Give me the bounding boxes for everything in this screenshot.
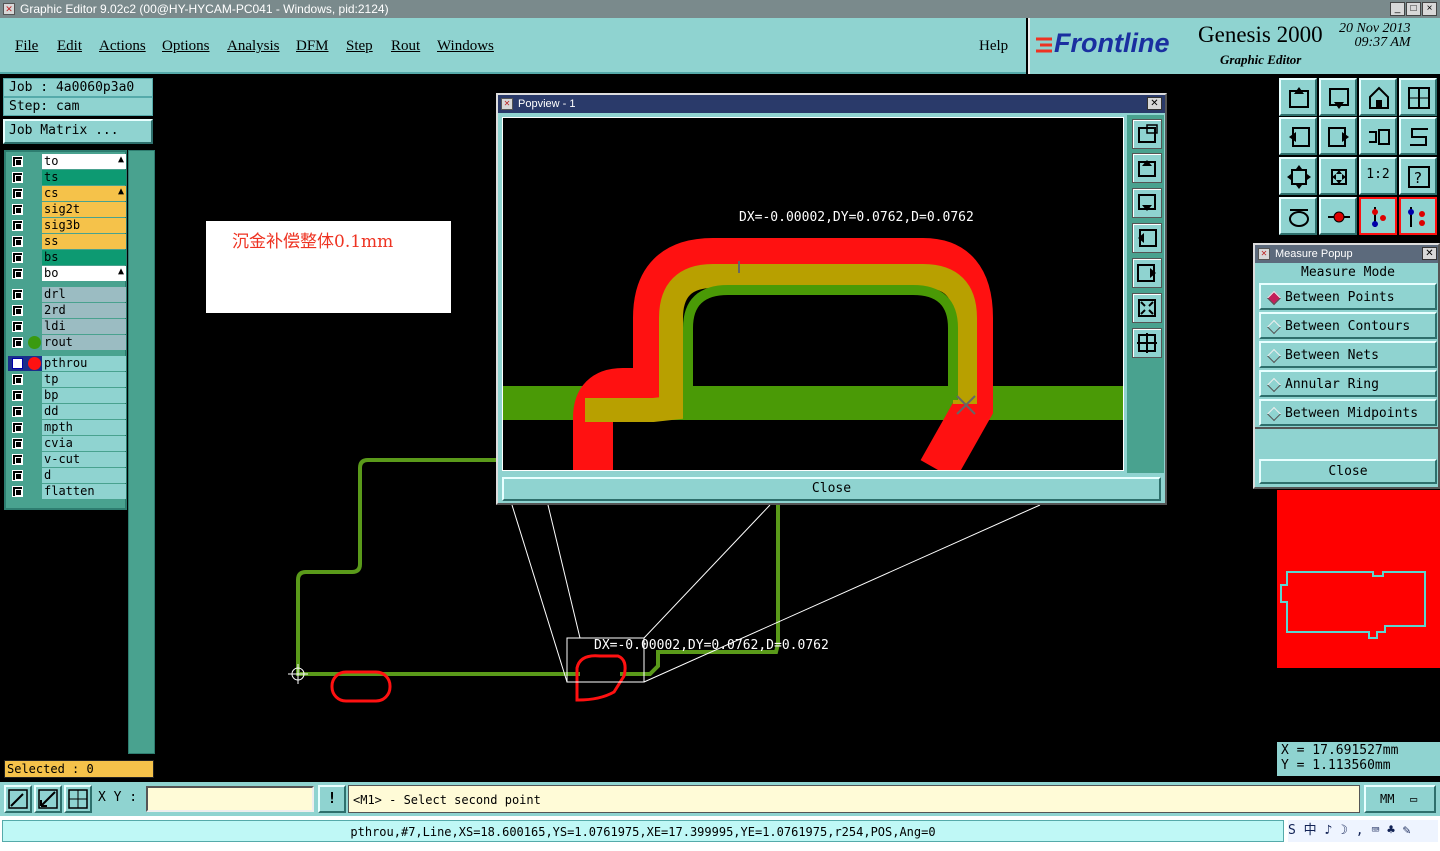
pan-up-icon[interactable] [1132,153,1162,183]
measure-title: Measure Popup [1275,248,1353,260]
popview-canvas[interactable]: DX=-0.00002,DY=0.0762,D=0.0762 [502,117,1124,480]
profile-icon[interactable] [1399,117,1437,155]
window-split-icon[interactable] [1399,78,1437,116]
pan-down-icon[interactable] [1132,188,1162,218]
overview-map[interactable] [1277,490,1440,668]
radio-diamond-icon [1266,290,1282,306]
units-value: MM [1380,792,1395,806]
measure-mode-0[interactable]: Between Points [1259,283,1437,310]
radio-diamond-icon [1266,406,1282,422]
measure-popup-icon: ✕ [1258,248,1270,260]
net-highlight-icon[interactable] [1359,197,1397,235]
grid-icon[interactable] [64,785,92,813]
xy-input[interactable] [146,786,314,812]
measure-mode-1[interactable]: Between Contours [1259,312,1437,339]
coord-y: Y = 1.113560mm [1281,758,1391,773]
measure-mode-label: Between Contours [1285,319,1411,334]
overview-outline [1280,571,1426,639]
radio-diamond-icon [1266,377,1282,393]
main-measure-readout: DX=-0.00002,DY=0.0762,D=0.0762 [594,638,829,653]
zoom-center-icon[interactable] [1319,157,1357,195]
zoom-right-icon[interactable] [1319,117,1357,155]
status-bar: pthrou,#7,Line,XS=18.600165,YS=1.0761975… [0,816,1440,851]
zoom-down-icon[interactable] [1319,78,1357,116]
feature-status: pthrou,#7,Line,XS=18.600165,YS=1.0761975… [2,820,1284,842]
command-prompt: <M1> - Select second point [348,785,1360,813]
measure-mode-label: Annular Ring [1285,377,1379,392]
help-icon[interactable]: ? [1399,157,1437,195]
popview-title: Popview - 1 [518,98,576,110]
palette-icon[interactable] [1279,197,1317,235]
zoom-area-icon[interactable] [4,785,32,813]
svg-text:?: ? [1414,169,1422,187]
measure-popup: ✕ Measure Popup ✕ Measure Mode Between P… [1253,243,1440,489]
command-bar: X Y : ! <M1> - Select second point MM ▭ [0,782,1440,816]
radio-diamond-icon [1266,348,1282,364]
units-select[interactable]: MM ▭ [1364,785,1436,813]
rout-slot [330,670,392,703]
radio-diamond-icon [1266,319,1282,335]
zoom-fit-icon[interactable] [1279,157,1317,195]
pan-left-icon[interactable] [1132,223,1162,253]
measure-close-button[interactable]: Close [1259,459,1437,484]
measure-mode-label: Between Midpoints [1285,406,1419,421]
measure-mode-2[interactable]: Between Nets [1259,341,1437,368]
measure-mode-3[interactable]: Annular Ring [1259,370,1437,397]
popview-close-icon[interactable]: ✕ [1147,97,1162,110]
popview-titlebar: ✕ Popview - 1 ✕ [498,95,1165,113]
cursor-coordinates: X = 17.691527mm Y = 1.113560mm [1277,742,1440,776]
measure-mode-label: Between Points [1285,290,1395,305]
measure-ruler-icon[interactable] [34,785,62,813]
measure-mode-4[interactable]: Between Midpoints [1259,399,1437,426]
zoom-left-icon[interactable] [1279,117,1317,155]
dropdown-icon: ▭ [1410,792,1418,806]
popview-window: ✕ Popview - 1 ✕ DX=-0.00002,DY=0.0762,D=… [496,93,1167,505]
ime-tray: S 中 ♪ ☽ , ⌨ ♣ ✎ [1288,820,1438,842]
popview-icon: ✕ [501,98,513,110]
scale-1-2-icon[interactable]: 1:2 [1359,157,1397,195]
divider [1255,427,1438,429]
warning-button[interactable]: ! [318,785,346,813]
popview-close-button[interactable]: Close [502,477,1161,501]
zoom-up-icon[interactable] [1279,78,1317,116]
snap-icon[interactable] [1319,197,1357,235]
home-icon[interactable] [1359,78,1397,116]
pan-right-icon[interactable] [1132,258,1162,288]
origin-marker [288,664,308,684]
step-repeat-icon[interactable] [1359,117,1397,155]
measure-close-icon[interactable]: ✕ [1422,247,1437,260]
measure-titlebar: ✕ Measure Popup ✕ [1255,245,1438,263]
pad-outline [575,654,627,702]
measure-mode-label: Between Nets [1285,348,1379,363]
zoom-out-icon[interactable] [1132,328,1162,358]
annotation-note: 沉金补偿整体0.1mm [206,221,451,313]
zoom-window-icon[interactable] [1132,119,1162,149]
measure-mode-title: Measure Mode [1301,265,1395,280]
xy-label: X Y : [98,790,138,805]
measure-tool-icon[interactable] [1399,197,1437,235]
zoom-in-icon[interactable] [1132,293,1162,323]
coord-x: X = 17.691527mm [1281,743,1399,758]
zoomed-graphics [503,238,1123,480]
popview-measure-readout: DX=-0.00002,DY=0.0762,D=0.0762 [739,210,974,225]
